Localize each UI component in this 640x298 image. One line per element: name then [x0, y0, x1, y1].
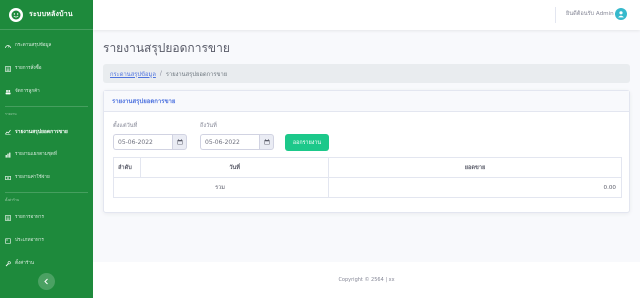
sidebar: ระบบหลังบ้าน กระดานสรุปข้อมูล รายการสั่ง…: [0, 0, 93, 298]
sidebar-section-settings: ตั้งค่าร้าน: [5, 198, 20, 202]
start-date-input[interactable]: 05-06-2022: [113, 134, 172, 150]
table-total-row: รวม 0.00: [113, 177, 622, 198]
brand[interactable]: ระบบหลังบ้าน: [0, 0, 93, 30]
list-icon: [5, 214, 11, 221]
tags-icon: [5, 237, 11, 244]
card-title: รายงานสรุปยอดการขาย: [104, 91, 629, 112]
chart-icon: [5, 129, 11, 135]
sidebar-item-orders[interactable]: รายการสั่งซื้อ: [0, 57, 93, 80]
users-icon: [5, 89, 11, 95]
sidebar-item-expense-report[interactable]: รายงานค่าใช้จ่าย: [0, 166, 93, 189]
sidebar-item-label: ตั้งค่าร้าน: [15, 261, 35, 266]
sidebar-toggle-button[interactable]: [38, 273, 55, 290]
column-header-sales: ยอดขาย: [328, 157, 622, 178]
sidebar-item-sales-report[interactable]: รายงานสรุปยอดการขาย: [0, 120, 93, 143]
smile-icon: [9, 7, 23, 22]
user-greeting[interactable]: ยินดีต้อนรับ Admin: [566, 10, 614, 18]
copyright-text: Copyright © 2564 | xx: [338, 277, 395, 283]
sales-table: ลำดับ วันที่ ยอดขาย รวม 0.00: [113, 157, 622, 198]
sidebar-item-shop-settings[interactable]: ตั้งค่าร้าน: [0, 252, 93, 275]
footer: Copyright © 2564 | xx: [93, 262, 640, 298]
sidebar-item-label: รายการสั่งซื้อ: [15, 66, 42, 71]
sidebar-divider: [5, 106, 88, 107]
sidebar-item-label: รายการอาหาร: [15, 215, 44, 220]
calendar-icon[interactable]: [259, 134, 274, 150]
column-header-order: ลำดับ: [113, 157, 141, 178]
brand-name: ระบบหลังบ้าน: [29, 10, 73, 18]
sidebar-item-label: รายงานสรุปยอดการขาย: [15, 128, 68, 135]
breadcrumb: กระดานสรุปข้อมูล / รายงานสรุปยอดการขาย: [103, 64, 630, 83]
list-icon: [5, 65, 11, 72]
breadcrumb-separator: /: [159, 70, 162, 77]
sidebar-item-menu-list[interactable]: รายการอาหาร: [0, 206, 93, 229]
sidebar-item-label: กระดานสรุปข้อมูล: [15, 43, 52, 48]
chevron-left-icon: [43, 278, 50, 285]
sidebar-item-dashboard[interactable]: กระดานสรุปข้อมูล: [0, 34, 93, 57]
wrench-icon: [5, 260, 11, 267]
sidebar-item-label: รายงานแยกตามชุดที่: [15, 152, 57, 157]
dashboard-icon: [5, 43, 11, 49]
report-card: รายงานสรุปยอดการขาย ตั้งแต่วันที่ 05-06-…: [103, 90, 630, 213]
sidebar-item-label: รายงานค่าใช้จ่าย: [15, 175, 50, 180]
end-date-group: 05-06-2022: [200, 134, 274, 150]
sidebar-item-report-by-set[interactable]: รายงานแยกตามชุดที่: [0, 143, 93, 166]
sidebar-section-report: รายงาน: [5, 112, 17, 116]
chart-bar-icon: [5, 152, 11, 158]
start-date-label: ตั้งแต่วันที่: [113, 123, 138, 129]
breadcrumb-home-link[interactable]: กระดานสรุปข้อมูล: [110, 69, 156, 79]
sidebar-divider: [5, 192, 88, 193]
money-icon: [5, 175, 11, 181]
sidebar-item-food-types[interactable]: ประเภทอาหาร: [0, 229, 93, 252]
end-date-input[interactable]: 05-06-2022: [200, 134, 259, 150]
end-date-label: ถึงวันที่: [200, 123, 217, 129]
column-header-date: วันที่: [140, 157, 329, 178]
sidebar-item-label: ประเภทอาหาร: [15, 238, 44, 243]
table-header-row: ลำดับ วันที่ ยอดขาย: [113, 157, 622, 178]
total-value: 0.00: [328, 177, 622, 198]
start-date-group: 05-06-2022: [113, 134, 187, 150]
breadcrumb-current: รายงานสรุปยอดการขาย: [165, 71, 228, 78]
topbar: ยินดีต้อนรับ Admin: [93, 0, 640, 30]
generate-report-button[interactable]: ออกรายงาน: [285, 134, 329, 151]
calendar-icon[interactable]: [172, 134, 187, 150]
topbar-divider: [555, 7, 556, 23]
page-title: รายงานสรุปยอดการขาย: [103, 41, 230, 55]
user-icon[interactable]: [615, 8, 627, 20]
sidebar-item-label: จัดการลูกค้า: [15, 89, 40, 94]
total-label: รวม: [113, 177, 329, 198]
sidebar-item-customers[interactable]: จัดการลูกค้า: [0, 80, 93, 103]
